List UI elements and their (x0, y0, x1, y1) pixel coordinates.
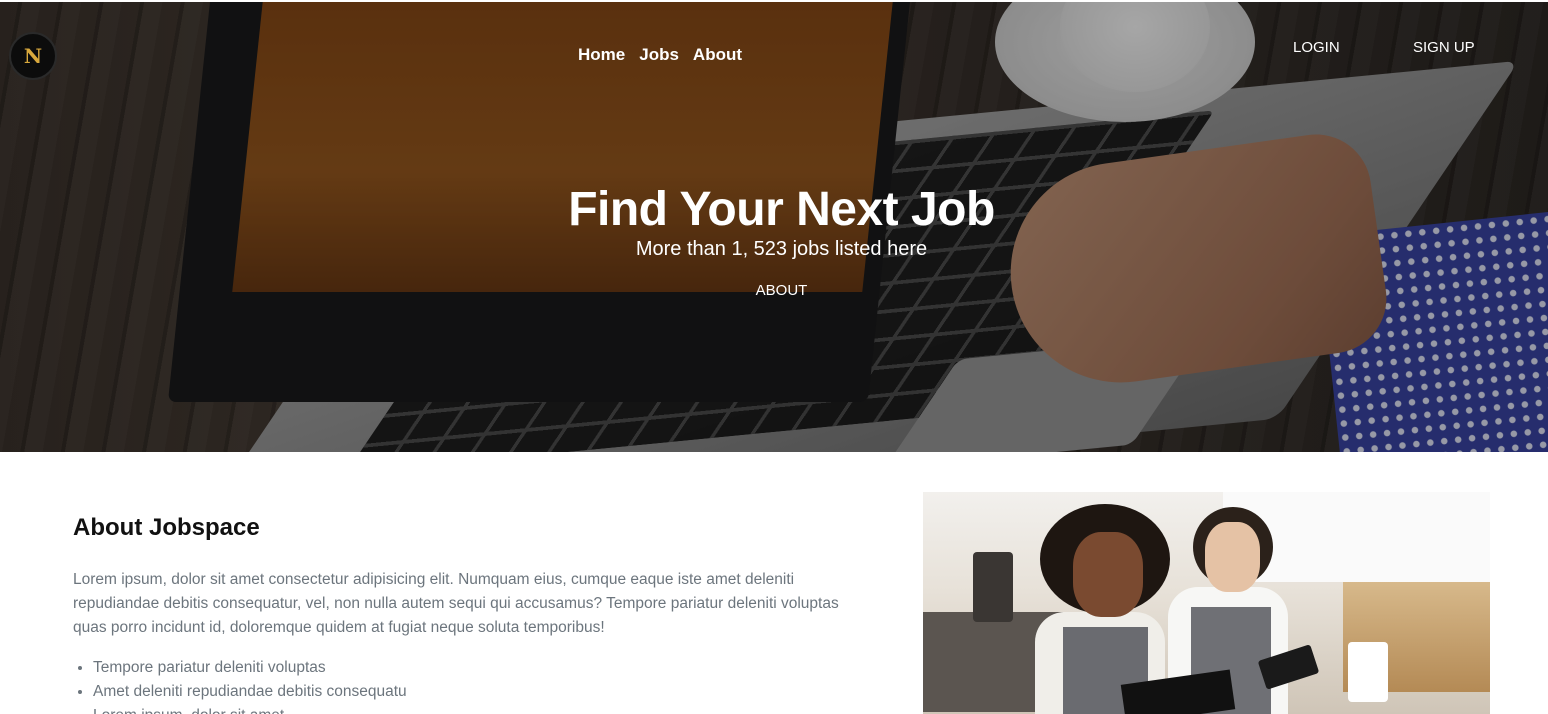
nav-home[interactable]: Home (578, 45, 625, 65)
photo-person1-face (1073, 532, 1143, 617)
list-item: Tempore pariatur deleniti voluptas (93, 656, 793, 680)
hero-subtitle: More than 1, 523 jobs listed here (635, 238, 928, 260)
logo-letter: N (23, 44, 43, 68)
hero-button-wrapper: ABOUT (0, 282, 1548, 300)
login-wrapper: LOGIN (1293, 39, 1340, 57)
signup-wrapper: SIGN UP (1413, 39, 1475, 57)
brand-logo-icon[interactable]: N (9, 32, 57, 80)
list-item: Lorem ipsum, dolor sit amet (93, 704, 793, 714)
about-title: About Jobspace (73, 514, 260, 541)
photo-grinder (973, 552, 1013, 622)
hero-about-button[interactable]: ABOUT (756, 282, 808, 299)
nav-jobs[interactable]: Jobs (639, 45, 679, 65)
list-item: Amet deleniti repudiandae debitis conseq… (93, 680, 793, 704)
photo-person2-face (1205, 522, 1260, 592)
photo-plates (1348, 642, 1388, 702)
hero-section: N Home Jobs About LOGIN SIGN UP Find You… (0, 2, 1548, 452)
nav-about[interactable]: About (693, 45, 742, 65)
about-list: Tempore pariatur deleniti voluptas Amet … (93, 656, 793, 714)
login-link[interactable]: LOGIN (1293, 39, 1340, 56)
about-photo (923, 492, 1490, 714)
hero-title: Find Your Next Job (568, 183, 995, 236)
about-paragraph: Lorem ipsum, dolor sit amet consectetur … (73, 571, 839, 636)
signup-link[interactable]: SIGN UP (1413, 39, 1475, 56)
main-nav: Home Jobs About (578, 45, 742, 65)
